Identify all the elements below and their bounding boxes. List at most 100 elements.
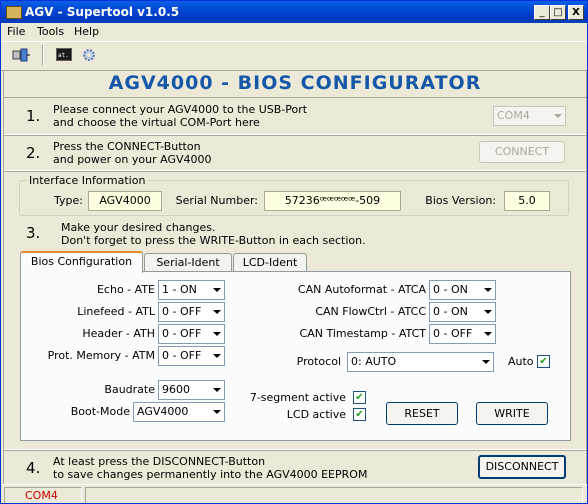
disconnect-button[interactable]: DISCONNECT	[478, 455, 566, 479]
chevron-down-icon	[550, 107, 565, 125]
protocol-value: 0: AUTO	[351, 355, 397, 368]
chevron-down-icon	[209, 347, 224, 365]
chevron-down-icon	[480, 303, 495, 321]
connect-button[interactable]: CONNECT	[479, 141, 565, 163]
type-value: AGV4000	[88, 191, 162, 211]
can-timestamp-select[interactable]: 0 - OFF	[429, 324, 496, 344]
step-4-section: 4. At least press the DISCONNECT-Button …	[4, 450, 586, 484]
step-4-line-2: to save changes permanently into the AGV…	[53, 468, 368, 481]
window-title: AGV - Supertool v1.0.5	[25, 5, 180, 19]
linefeed-select[interactable]: 0 - OFF	[158, 302, 225, 322]
serial-value: 57236ꟹꟹꟹꟹꟹ-509	[264, 191, 401, 211]
can-flowctrl-value: 0 - ON	[433, 305, 468, 318]
menu-help[interactable]: Help	[74, 25, 99, 38]
step-1-number: 1.	[26, 107, 41, 125]
can-flowctrl-label: CAN FlowCtrl - ATCC	[315, 305, 426, 318]
lcd-active-checkbox[interactable]: ✔	[353, 408, 366, 421]
auto-label: Auto	[508, 355, 534, 368]
step-1-line-1: Please connect your AGV4000 to the USB-P…	[53, 103, 308, 116]
can-timestamp-label: CAN Timestamp - ATCT	[299, 327, 426, 340]
step-3-line-2: Don't forget to press the WRITE-Button i…	[61, 234, 366, 247]
page-title: AGV4000 - BIOS CONFIGURATOR	[108, 72, 482, 94]
toolbar-separator	[42, 45, 44, 65]
toolbar: at.	[1, 41, 587, 71]
step-4-number: 4.	[26, 459, 41, 477]
step-2-number: 2.	[26, 144, 41, 162]
bios-value: 5.0	[504, 191, 550, 211]
can-autoformat-label: CAN Autoformat - ATCA	[297, 283, 426, 296]
tab-serial-ident[interactable]: Serial-Ident	[144, 253, 232, 272]
boot-mode-label: Boot-Mode	[70, 405, 130, 418]
baudrate-value: 9600	[162, 383, 190, 396]
chevron-down-icon	[480, 325, 495, 343]
gear-icon[interactable]	[82, 48, 96, 62]
baudrate-select[interactable]: 9600	[158, 380, 225, 400]
app-icon	[6, 6, 22, 19]
can-timestamp-value: 0 - OFF	[433, 327, 473, 340]
header-value: 0 - OFF	[162, 327, 202, 340]
main-panel: AGV4000 - BIOS CONFIGURATOR 1. Please co…	[3, 70, 587, 485]
interface-info-group: Interface Information Type: AGV4000 Seri…	[19, 174, 569, 216]
prot-memory-value: 0 - OFF	[162, 349, 202, 362]
configuration-section: Interface Information Type: AGV4000 Seri…	[4, 171, 586, 450]
prot-memory-select[interactable]: 0 - OFF	[158, 346, 225, 366]
seven-segment-checkbox[interactable]: ✔	[353, 391, 366, 404]
chevron-down-icon	[209, 325, 224, 343]
com-port-select[interactable]: COM4	[493, 106, 566, 126]
type-label: Type:	[54, 194, 83, 207]
chevron-down-icon	[480, 281, 495, 299]
reset-button[interactable]: RESET	[386, 402, 458, 425]
menu-bar: File Tools Help	[1, 23, 587, 41]
status-message-cell	[85, 487, 583, 503]
protocol-select[interactable]: 0: AUTO	[347, 352, 494, 372]
serial-label: Serial Number:	[175, 194, 258, 207]
menu-file[interactable]: File	[7, 25, 25, 38]
linefeed-label: Linefeed - ATL	[77, 305, 155, 318]
tab-lcd-ident[interactable]: LCD-Ident	[233, 253, 307, 272]
tab-bios-configuration[interactable]: Bios Configuration	[20, 251, 143, 273]
protocol-label: Protocol	[296, 355, 341, 368]
status-port: COM4	[25, 489, 58, 502]
echo-label: Echo - ATE	[96, 283, 155, 296]
write-button[interactable]: WRITE	[476, 402, 548, 425]
step-4-line-1: At least press the DISCONNECT-Button	[53, 455, 266, 468]
header-select[interactable]: 0 - OFF	[158, 324, 225, 344]
step-2-line-2: and power on your AGV4000	[53, 153, 212, 166]
plug-icon[interactable]	[12, 47, 30, 63]
linefeed-value: 0 - OFF	[162, 305, 202, 318]
bios-config-pane: Echo - ATE 1 - ON Linefeed - ATL 0 - OFF…	[20, 271, 571, 441]
bios-label: Bios Version:	[425, 194, 496, 207]
prot-memory-label: Prot. Memory - ATM	[47, 349, 155, 362]
can-autoformat-value: 0 - ON	[433, 283, 468, 296]
step-1-section: 1. Please connect your AGV4000 to the US…	[4, 97, 586, 135]
echo-select[interactable]: 1 - ON	[158, 280, 225, 300]
auto-checkbox[interactable]: ✔	[537, 355, 550, 368]
boot-mode-value: AGV4000	[137, 405, 189, 418]
baudrate-label: Baudrate	[104, 383, 155, 396]
com-port-value: COM4	[497, 109, 530, 122]
maximize-button[interactable]: □	[550, 5, 566, 20]
seven-segment-label: 7-segment active	[249, 391, 346, 404]
svg-text:at.: at.	[58, 52, 69, 59]
chevron-down-icon	[478, 353, 493, 371]
app-window: AGV - Supertool v1.0.5 _ □ X File Tools …	[0, 0, 588, 504]
step-2-line-1: Press the CONNECT-Button	[53, 140, 201, 153]
minimize-button[interactable]: _	[534, 5, 550, 20]
step-2-section: 2. Press the CONNECT-Button and power on…	[4, 135, 586, 171]
title-bar[interactable]: AGV - Supertool v1.0.5 _ □ X	[1, 1, 587, 23]
header-label: Header - ATH	[82, 327, 155, 340]
chevron-down-icon	[209, 303, 224, 321]
close-button[interactable]: X	[568, 5, 584, 20]
lcd-active-label: LCD active	[286, 408, 346, 421]
chevron-down-icon	[209, 281, 224, 299]
can-autoformat-select[interactable]: 0 - ON	[429, 280, 496, 300]
menu-tools[interactable]: Tools	[37, 25, 64, 38]
step-3-number: 3.	[26, 224, 41, 242]
boot-mode-select[interactable]: AGV4000	[133, 402, 225, 422]
step-3-line-1: Make your desired changes.	[61, 221, 216, 234]
status-bar: COM4	[1, 484, 587, 503]
terminal-icon[interactable]: at.	[56, 48, 72, 62]
can-flowctrl-select[interactable]: 0 - ON	[429, 302, 496, 322]
step-1-line-2: and choose the virtual COM-Port here	[53, 116, 260, 129]
status-port-cell: COM4	[4, 487, 82, 503]
